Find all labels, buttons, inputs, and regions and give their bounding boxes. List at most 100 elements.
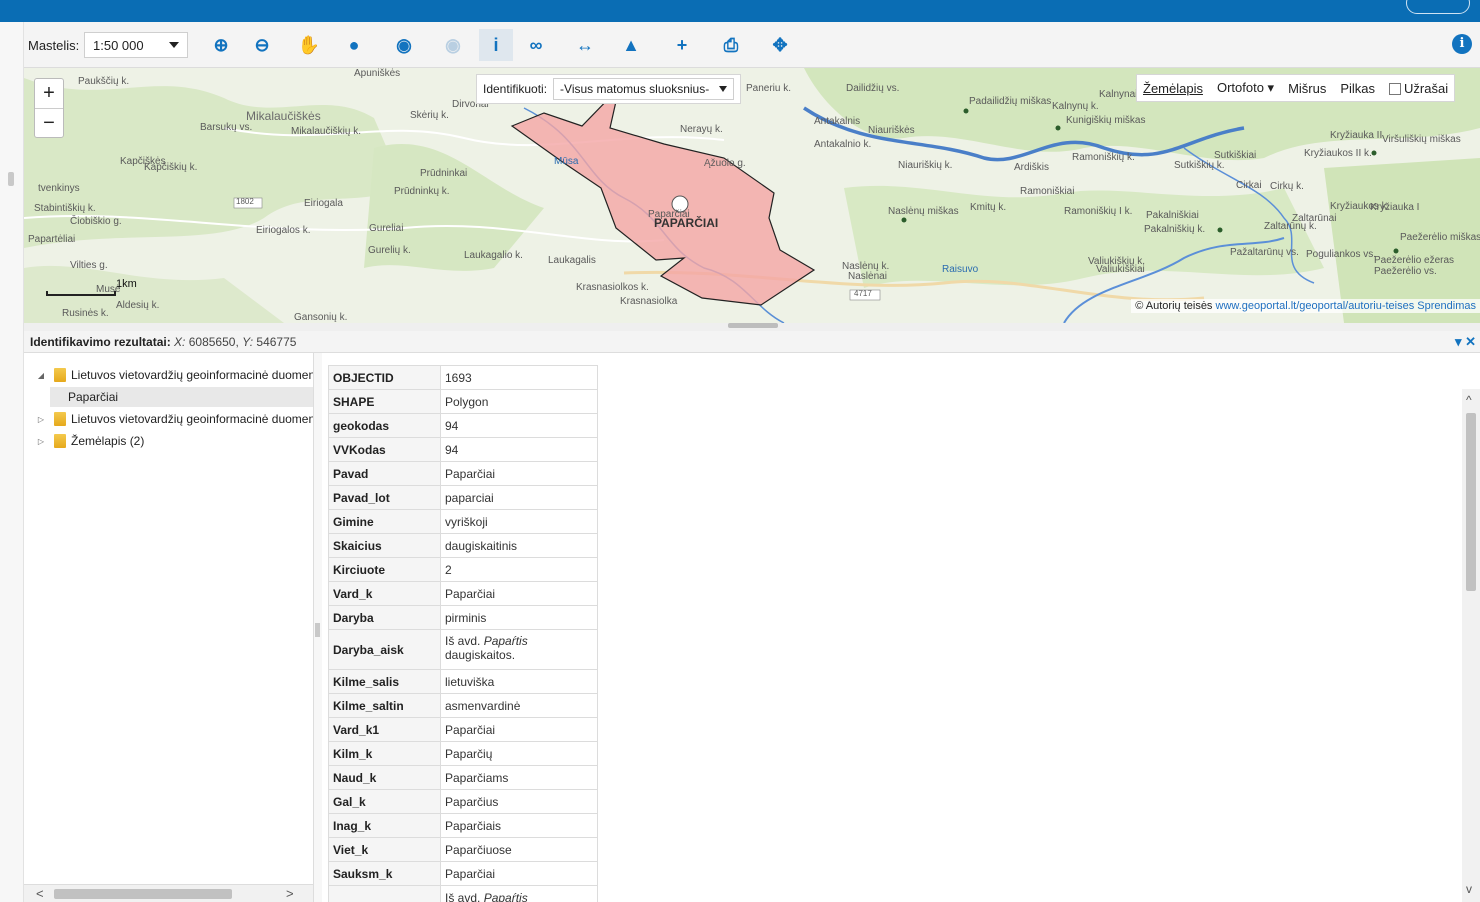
splitter-handle[interactable]: [728, 323, 778, 328]
tree-horizontal-scrollbar[interactable]: < >: [24, 884, 313, 902]
map-zoom-control: + −: [34, 78, 64, 138]
collapse-icon[interactable]: ▾: [1455, 334, 1462, 349]
map-label: Ramoniškių k.: [1072, 152, 1135, 163]
left-grip[interactable]: [8, 172, 14, 186]
tree-expander-icon[interactable]: ◢: [36, 371, 46, 380]
map-zoom-out-button[interactable]: −: [35, 108, 63, 137]
layer-tab-mixed[interactable]: Mišrus: [1288, 81, 1326, 96]
layer-tab-orthophoto[interactable]: Ortofoto ▾: [1217, 80, 1274, 96]
panel-vertical-splitter[interactable]: [314, 353, 322, 902]
attribute-key: SHAPE: [328, 389, 441, 414]
tree-expander-icon[interactable]: ▷: [36, 415, 46, 424]
identify-layer-select[interactable]: -Visus matomus sluoksnius-: [553, 78, 735, 100]
tree-item-feature[interactable]: Paparčiai: [50, 387, 313, 407]
attribute-value: Paparčiams: [440, 765, 598, 790]
map-attribution: © Autorių teisės www.geoportal.lt/geopor…: [1131, 299, 1480, 313]
tree-item-label: Žemėlapis (2): [71, 434, 145, 448]
scrollbar-thumb[interactable]: [54, 889, 232, 899]
map-label: Kryžiaukos II k.: [1304, 148, 1372, 159]
map-label: Papartėliai: [28, 234, 76, 245]
scale-select-value: 1:50 000: [93, 38, 144, 53]
map-label: Apuniškės: [354, 68, 401, 79]
attribution-link[interactable]: www.geoportal.lt/geoportal/autoriu-teise…: [1216, 300, 1415, 312]
table-row: Sauksm_k Paparčiai: [328, 861, 598, 886]
splitter-grip[interactable]: [315, 623, 320, 637]
print-icon[interactable]: ⎙: [714, 29, 748, 61]
attribute-value: Paparčių: [440, 741, 598, 766]
attribute-key: Viet_k: [328, 837, 441, 862]
table-row: Naud_k Paparčiams: [328, 765, 598, 790]
map-road-number: 4717: [854, 289, 872, 298]
identify-layer-value: -Visus matomus sluoksnius-: [560, 82, 710, 96]
scroll-right-arrow[interactable]: >: [286, 886, 294, 901]
zoom-out-icon[interactable]: ⊖: [245, 29, 279, 61]
attribute-key: Daryba: [328, 605, 441, 630]
tree-item-layer[interactable]: ◢ Lietuvos vietovardžių geoinformacinė du…: [36, 365, 313, 385]
map-label: Aldesių k.: [116, 300, 160, 311]
labels-checkbox[interactable]: Užrašai: [1389, 81, 1448, 96]
tree-item-layer[interactable]: ▷ Žemėlapis (2): [36, 431, 313, 451]
table-row: Vard_k Paparčiai: [328, 581, 598, 606]
close-icon[interactable]: ✕: [1465, 334, 1476, 349]
map-view[interactable]: + − Paukščių k. Mikalaučiškės Mikalaučiš…: [24, 68, 1480, 323]
map-label: Paežerėlio vs.: [1374, 266, 1437, 277]
locate-crosshair-icon[interactable]: ✥: [763, 29, 797, 61]
login-button[interactable]: [1406, 0, 1470, 14]
attribute-key: [328, 885, 441, 902]
attribute-value: Paparčiai: [440, 461, 598, 486]
map-label: Niauriškių k.: [898, 160, 953, 171]
attribute-key: OBJECTID: [328, 365, 441, 390]
attribute-value: 1693: [440, 365, 598, 390]
elevation-profile-icon[interactable]: ▲: [614, 29, 648, 61]
map-label: Ramoniškių I k.: [1064, 206, 1133, 217]
attribute-value: Paparčiai: [440, 717, 598, 742]
zoom-in-icon[interactable]: ⊕: [204, 29, 238, 61]
attribute-value: Iš avd. Papaŕtis: [440, 885, 598, 902]
table-row: Vard_k1 Paparčiai: [328, 717, 598, 742]
tree-item-layer[interactable]: ▷ Lietuvos vietovardžių geoinformacinė du…: [36, 409, 314, 429]
solution-link[interactable]: Sprendimas: [1417, 300, 1476, 312]
scrollbar-thumb[interactable]: [1466, 413, 1476, 591]
attribute-key: Kilme_saltin: [328, 693, 441, 718]
attribute-key: Naud_k: [328, 765, 441, 790]
attributes-vertical-scrollbar[interactable]: ^ v: [1462, 389, 1480, 902]
table-row: Iš avd. Papaŕtis: [328, 885, 598, 902]
measure-distance-icon[interactable]: ↔: [568, 29, 602, 61]
link-icon[interactable]: ∞: [519, 29, 553, 61]
map-results-splitter[interactable]: [24, 323, 1480, 331]
table-row: Viet_k Paparčiuose: [328, 837, 598, 862]
attribute-key: Gal_k: [328, 789, 441, 814]
map-label: Mikalaučiškių k.: [291, 126, 362, 137]
table-row: OBJECTID 1693: [328, 365, 598, 390]
map-zoom-in-button[interactable]: +: [35, 79, 63, 108]
chevron-down-icon: [719, 86, 728, 92]
attribute-key: geokodas: [328, 413, 441, 438]
layer-tab-grey[interactable]: Pilkas: [1340, 81, 1375, 96]
map-label: Krasnasiolkos k.: [576, 282, 649, 293]
map-label: Eiriogalos k.: [256, 225, 311, 236]
map-label: Kalnynų k.: [1052, 101, 1099, 112]
scale-select[interactable]: 1:50 000: [84, 32, 188, 58]
pan-hand-icon[interactable]: ✋: [292, 29, 326, 61]
scroll-down-arrow[interactable]: v: [1466, 882, 1472, 896]
add-icon[interactable]: +: [665, 29, 699, 61]
info-icon[interactable]: i: [1452, 34, 1472, 54]
globe-icon[interactable]: ●: [337, 29, 371, 61]
map-label: Laukagalio k.: [464, 250, 523, 261]
attribute-value: asmenvardinė: [440, 693, 598, 718]
layer-tab-map[interactable]: Žemėlapis: [1143, 81, 1203, 96]
scale-bar-label: 1km: [116, 278, 137, 290]
scroll-up-arrow[interactable]: ^: [1466, 393, 1472, 407]
map-label: Cirkai: [1236, 180, 1262, 191]
tree-item-label: Lietuvos vietovardžių geoinformacinė duo…: [71, 412, 314, 426]
map-label: Mikalaučiškės: [246, 109, 321, 123]
map-label: Paukščių k.: [78, 76, 130, 87]
scroll-left-arrow[interactable]: <: [36, 886, 44, 901]
identify-info-icon[interactable]: i: [479, 29, 513, 61]
back-icon[interactable]: ◉: [387, 29, 421, 61]
tree-expander-icon[interactable]: ▷: [36, 437, 46, 446]
tree-item-label: Paparčiai: [68, 390, 119, 404]
map-label: Gureliai: [369, 223, 404, 234]
attribute-key: Inag_k: [328, 813, 441, 838]
forward-icon[interactable]: ◉: [436, 29, 470, 61]
